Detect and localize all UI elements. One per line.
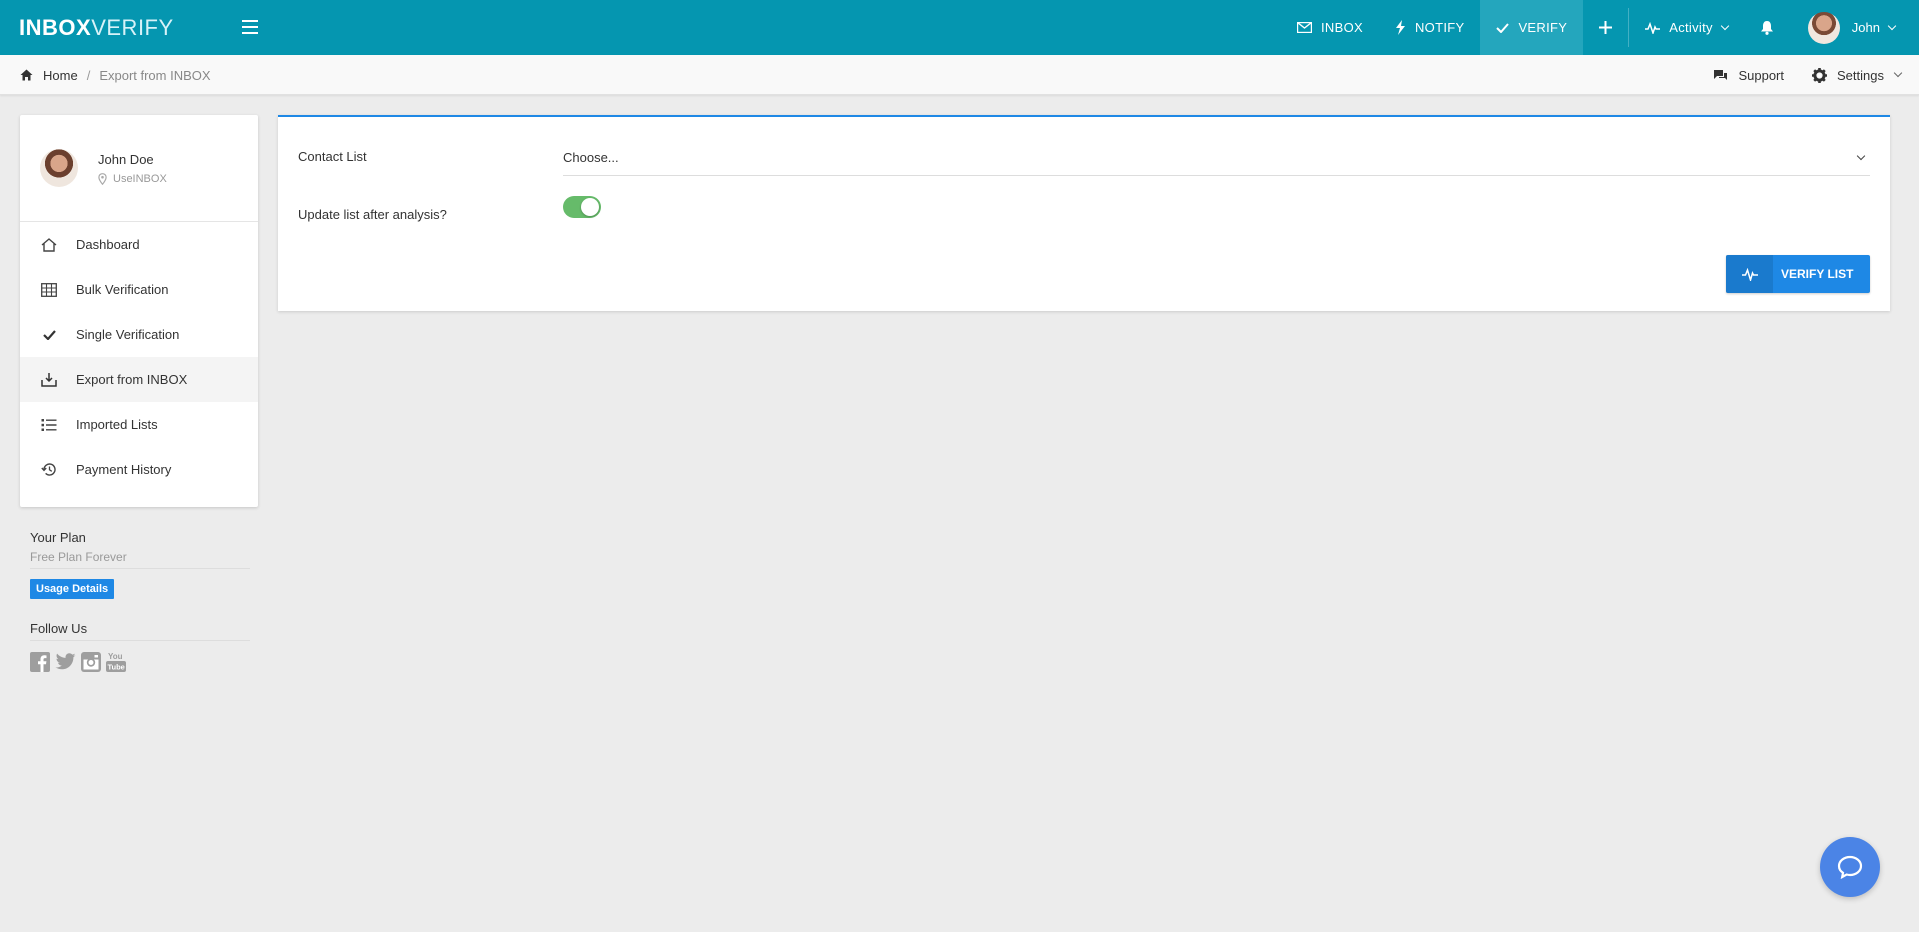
sidebar-item-label: Single Verification [76,327,180,342]
sidebar-item-imported-lists[interactable]: Imported Lists [20,402,258,447]
chat-bubbles-icon [1714,69,1728,80]
user-menu-label: John [1851,20,1880,35]
map-pin-icon [98,172,107,185]
youtube-icon[interactable]: You Tube [106,651,126,673]
chat-launcher-button[interactable] [1820,837,1880,897]
nav-inbox-label: INBOX [1321,20,1363,35]
breadcrumb-bar: Home / Export from INBOX Support Setting… [0,55,1919,95]
sidebar-item-bulk-verification[interactable]: Bulk Verification [20,267,258,312]
sidebar-item-label: Imported Lists [76,417,158,432]
check-icon [42,329,56,340]
logo-text-light: VERIFY [91,15,174,40]
settings-menu[interactable]: Settings [1812,67,1903,83]
update-list-label: Update list after analysis? [298,207,447,222]
add-button[interactable] [1583,0,1628,55]
twitter-icon[interactable] [55,653,76,671]
sidebar-item-label: Export from INBOX [76,372,188,387]
profile-card: John Doe UseINBOX [20,115,258,222]
youtube-icon-text-top: You [108,652,123,661]
follow-section: Follow Us [30,621,250,641]
nav-activity-label: Activity [1669,20,1713,35]
plan-name: Free Plan Forever [30,550,250,569]
tray-download-icon [41,373,57,387]
profile-location-label: UseINBOX [113,172,167,185]
support-label: Support [1738,67,1785,83]
chevron-down-icon [1856,151,1866,161]
nav-inbox[interactable]: INBOX [1281,0,1379,55]
logo-text-x: X [76,15,92,40]
home-icon [41,237,57,252]
usage-details-button[interactable]: Usage Details [30,579,115,599]
logo[interactable]: INB O X VERIFY [19,15,174,41]
notifications-button[interactable] [1744,0,1790,55]
plan-title: Your Plan [30,530,86,545]
table-icon [41,282,57,297]
verify-list-button[interactable]: VERIFY LIST [1726,255,1870,293]
export-form-card: Contact List Choose... Update list after… [278,115,1890,311]
logo-text-o: O [58,15,77,40]
plan-section: Your Plan Free Plan Forever [30,530,250,569]
user-menu[interactable]: John [1790,0,1919,55]
update-list-toggle[interactable] [563,196,601,218]
settings-label: Settings [1837,67,1884,83]
activity-pulse-icon [1645,21,1661,34]
breadcrumb: Home / Export from INBOX [20,55,211,95]
profile-name: John Doe [98,151,154,167]
logo-text-strong: INB [19,15,59,40]
sidebar: John Doe UseINBOX Dashboard Bulk Verific… [20,115,258,507]
profile-location: UseINBOX [98,173,167,185]
social-links: You Tube [30,651,131,673]
breadcrumb-separator: / [86,67,91,83]
lightning-icon [1395,20,1405,35]
contact-list-select[interactable]: Choose... [563,140,1870,176]
contact-list-label: Contact List [298,149,367,164]
sidebar-item-dashboard[interactable]: Dashboard [20,222,258,267]
plus-icon [1599,21,1613,34]
header-actions: Support Settings [1685,55,1903,95]
sidebar-item-label: Bulk Verification [76,282,169,297]
hamburger-menu-icon[interactable] [240,17,260,37]
list-icon [41,418,57,431]
history-icon [41,463,56,476]
top-navbar: INB O X VERIFY INBOX NOTIFY VERIFY Activ… [0,0,1919,55]
instagram-icon[interactable] [81,652,101,672]
contact-list-selected-value: Choose... [563,150,619,165]
activity-pulse-icon [1741,267,1758,281]
facebook-icon[interactable] [30,652,50,672]
nav-activity[interactable]: Activity [1629,0,1744,55]
follow-title: Follow Us [30,621,250,641]
sidebar-item-label: Payment History [76,462,172,477]
chevron-down-icon [1887,21,1897,30]
nav-notify[interactable]: NOTIFY [1379,0,1480,55]
sidebar-item-export-from-inbox[interactable]: Export from INBOX [20,357,258,402]
sidebar-item-label: Dashboard [76,237,140,252]
breadcrumb-home[interactable]: Home [43,68,78,83]
chevron-down-icon [1720,21,1730,30]
toggle-knob [581,198,599,216]
bell-icon [1760,21,1773,35]
avatar [1807,11,1840,44]
verify-list-label: VERIFY LIST [1781,267,1854,281]
top-nav: INBOX NOTIFY VERIFY Activity John [1281,0,1919,55]
chat-bubble-icon [1837,855,1863,879]
nav-notify-label: NOTIFY [1414,20,1465,35]
gear-icon [1812,67,1828,83]
breadcrumb-current: Export from INBOX [99,67,211,83]
nav-verify-label: VERIFY [1518,20,1568,35]
check-icon [1496,22,1510,33]
envelope-icon [1297,22,1313,33]
chevron-down-icon [1893,68,1903,78]
nav-verify[interactable]: VERIFY [1480,0,1584,55]
home-icon [20,69,33,81]
sidebar-item-single-verification[interactable]: Single Verification [20,312,258,357]
youtube-icon-text-bottom: Tube [108,663,125,672]
support-link[interactable]: Support [1713,68,1784,83]
sidebar-item-payment-history[interactable]: Payment History [20,447,258,492]
avatar [40,149,78,187]
